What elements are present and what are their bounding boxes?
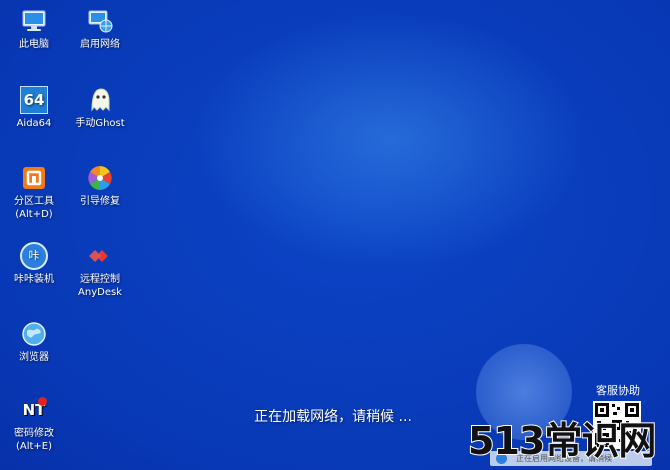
desktop-icon-label: 分区工具 xyxy=(14,196,54,207)
desktop-icon-kaka-installer[interactable]: 咔 咔咔装机 xyxy=(2,242,66,286)
desktop-icon-enable-network[interactable]: 启用网络 xyxy=(68,7,132,51)
network-icon xyxy=(88,10,113,33)
desktop-icon-aida64[interactable]: 64 Aida64 xyxy=(2,86,66,130)
loading-status-text: 正在加载网络，请稍候 ... xyxy=(254,409,412,425)
service-assist-label[interactable]: 客服协助 xyxy=(587,382,649,398)
desktop-icon-password-change[interactable]: NT 密码修改 (Alt+E) xyxy=(2,396,66,453)
pinwheel-icon xyxy=(88,166,112,190)
ghost-icon xyxy=(91,88,110,112)
computer-icon xyxy=(22,10,46,31)
desktop-icon-browser[interactable]: 浏览器 xyxy=(2,320,66,364)
desktop-icon-label: 手动Ghost xyxy=(75,118,125,129)
desktop-icon-label: 此电脑 xyxy=(19,39,49,50)
desktop-icon-partition-tool[interactable]: 分区工具 (Alt+D) xyxy=(2,164,66,221)
aida64-icon: 64 xyxy=(20,86,48,114)
globe-icon xyxy=(22,322,46,346)
site-watermark: 513常识网 xyxy=(467,418,657,464)
desktop-icon-label: 远程控制 xyxy=(80,274,120,285)
desktop-icon-label: 引导修复 xyxy=(80,196,120,207)
desktop-icon-label: Aida64 xyxy=(16,118,52,129)
desktop-icon-label: 启用网络 xyxy=(80,39,120,50)
desktop-icon-shortcut: (Alt+E) xyxy=(15,441,53,452)
desktop-icon-manual-ghost[interactable]: 手动Ghost xyxy=(68,86,132,130)
desktop-icon-shortcut: (Alt+D) xyxy=(15,209,53,220)
desktop-icon-label: 浏览器 xyxy=(19,352,49,363)
desktop-icon-boot-repair[interactable]: 引导修复 xyxy=(68,164,132,208)
anydesk-icon xyxy=(89,250,108,262)
desktop-icon-label: 咔咔装机 xyxy=(14,274,54,285)
password-change-icon: NT xyxy=(20,396,48,424)
desktop-icon-sublabel: AnyDesk xyxy=(78,287,122,298)
kaka-installer-icon: 咔 xyxy=(20,242,48,270)
partition-tool-icon xyxy=(23,167,45,189)
desktop-icon-anydesk[interactable]: 远程控制 AnyDesk xyxy=(68,242,132,299)
desktop-icon-this-pc[interactable]: 此电脑 xyxy=(2,7,66,51)
desktop-icon-label: 密码修改 xyxy=(14,428,54,439)
